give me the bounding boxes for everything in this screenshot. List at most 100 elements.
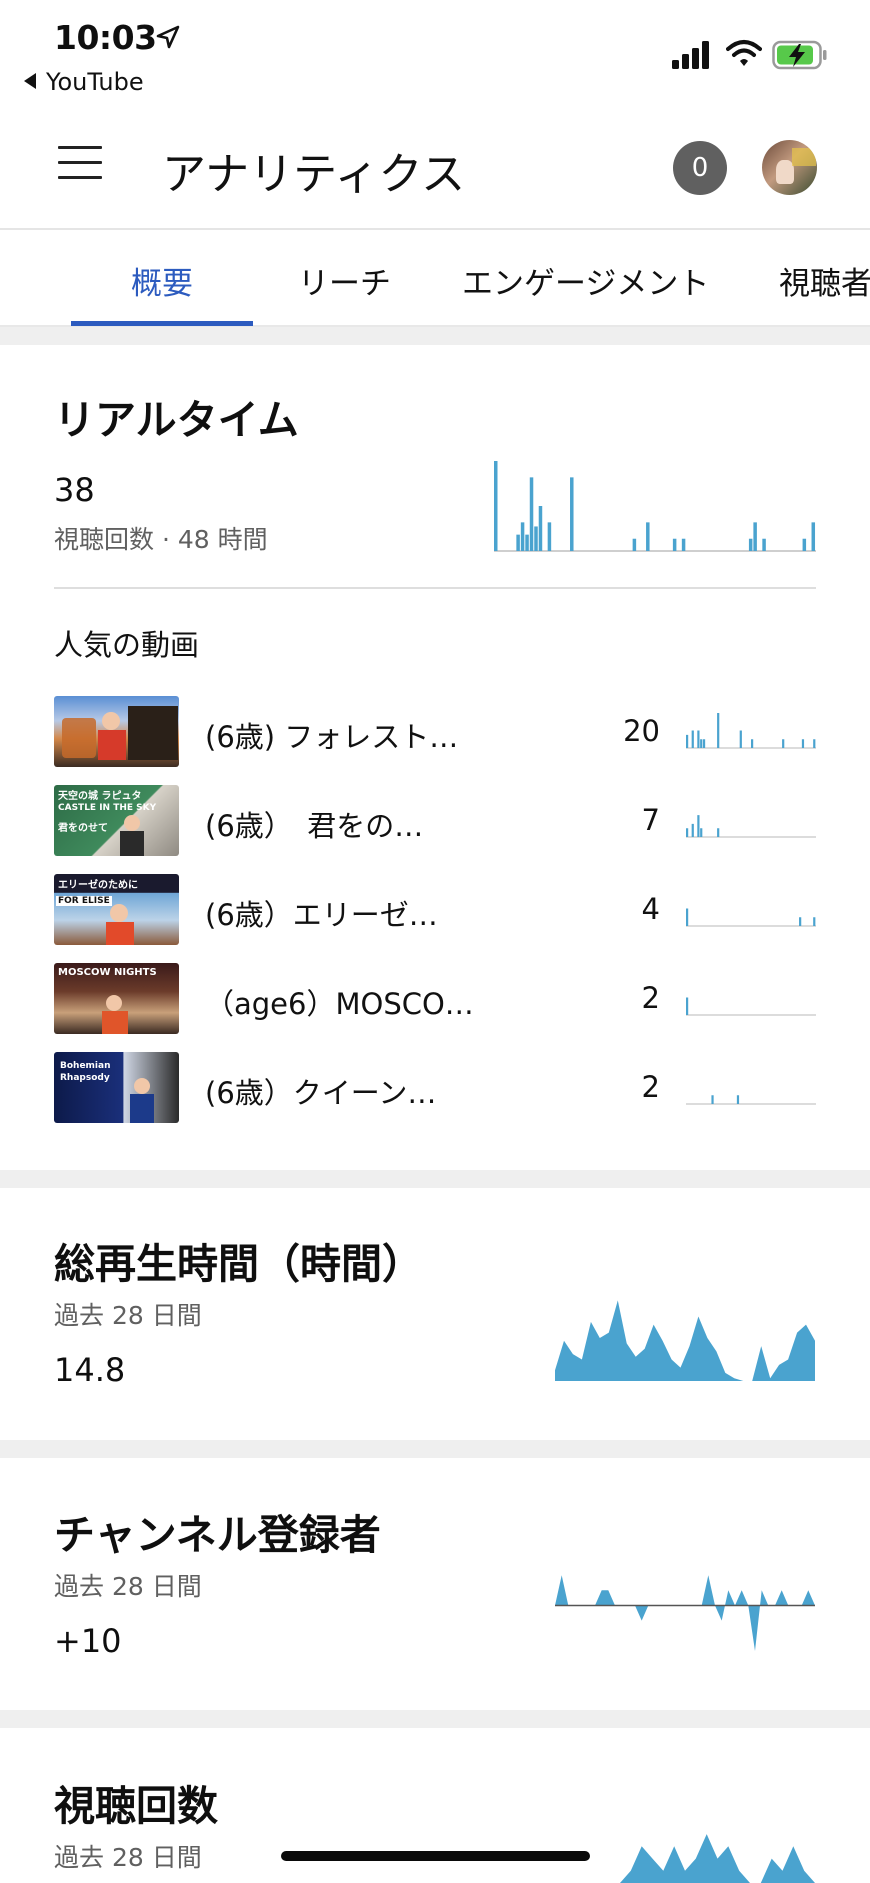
watch-time-period: 過去 28 日間 bbox=[54, 1301, 202, 1330]
views-chart[interactable] bbox=[555, 1828, 815, 1883]
wifi-icon bbox=[726, 40, 762, 66]
sparkline-bar bbox=[702, 739, 706, 748]
tab-audience[interactable]: 視聴者 bbox=[779, 258, 870, 303]
video-thumbnail[interactable]: Bohemian Rhapsody bbox=[54, 1052, 179, 1123]
views-area bbox=[555, 1834, 815, 1883]
subscribers-value: +10 bbox=[54, 1622, 122, 1660]
sparkline-bar bbox=[691, 730, 694, 748]
active-tab-indicator bbox=[71, 321, 253, 326]
home-indicator[interactable] bbox=[281, 1851, 590, 1861]
thumb-tree bbox=[62, 718, 96, 758]
thumb-shirt bbox=[106, 922, 134, 945]
subscribers-title: チャンネル登録者 bbox=[54, 1511, 381, 1559]
watch-time-chart[interactable] bbox=[555, 1295, 815, 1381]
cellular-signal-icon bbox=[672, 41, 709, 69]
video-title[interactable]: (6歳) フォレスト… bbox=[205, 714, 458, 756]
video-thumbnail[interactable] bbox=[54, 696, 179, 767]
thumb-caption: CASTLE IN THE SKY bbox=[58, 803, 157, 813]
watch-time-title: 総再生時間（時間） bbox=[54, 1240, 423, 1288]
sparkline-bar bbox=[739, 730, 742, 748]
video-title[interactable]: （age6）MOSCO… bbox=[205, 981, 474, 1023]
sparkline-bar bbox=[700, 739, 703, 748]
video-thumbnail[interactable]: 天空の城 ラピュタ CASTLE IN THE SKY 君をのせて bbox=[54, 785, 179, 856]
video-sparkline bbox=[686, 997, 816, 1016]
subscribers-area bbox=[555, 1575, 815, 1651]
video-sparkline bbox=[686, 713, 816, 749]
avatar[interactable] bbox=[762, 140, 817, 195]
menu-button[interactable] bbox=[58, 146, 102, 182]
thumb-shirt bbox=[130, 1094, 154, 1123]
status-time: 10:03 bbox=[54, 18, 157, 57]
thumb-face bbox=[134, 1078, 150, 1094]
realtime-bar bbox=[516, 534, 520, 551]
realtime-bar bbox=[529, 477, 534, 551]
sparkline-bar bbox=[717, 828, 720, 837]
video-sparkline bbox=[686, 815, 816, 838]
subscribers-period: 過去 28 日間 bbox=[54, 1572, 202, 1601]
video-title[interactable]: (6歳）クイーン… bbox=[205, 1070, 436, 1112]
sparkline-bar bbox=[691, 823, 694, 837]
realtime-bar bbox=[681, 538, 686, 551]
sparkline-bar bbox=[686, 908, 689, 926]
watch-time-area bbox=[555, 1300, 815, 1381]
realtime-bar bbox=[811, 522, 816, 551]
thumb-shirt bbox=[120, 831, 144, 856]
video-title[interactable]: (6歳） 君をの… bbox=[205, 803, 423, 845]
video-view-count: 4 bbox=[641, 892, 660, 926]
sparkline-bar bbox=[801, 739, 805, 748]
tab-reach[interactable]: リーチ bbox=[298, 258, 391, 303]
thumb-face bbox=[110, 904, 128, 922]
thumb-caption: 天空の城 ラピュタ bbox=[58, 791, 142, 802]
realtime-bar bbox=[748, 538, 753, 551]
video-view-count: 7 bbox=[641, 803, 660, 837]
video-thumbnail[interactable]: MOSCOW NIGHTS bbox=[54, 963, 179, 1034]
section-separator bbox=[0, 1170, 870, 1188]
subscribers-chart[interactable] bbox=[555, 1560, 815, 1654]
sparkline-bar bbox=[782, 739, 785, 748]
page-title: アナリティクス bbox=[162, 149, 466, 200]
section-separator bbox=[0, 1710, 870, 1728]
realtime-bar bbox=[534, 526, 538, 551]
thumb-caption: 君をのせて bbox=[58, 823, 108, 834]
popular-videos-label: 人気の動画 bbox=[54, 628, 200, 662]
tab-engagement[interactable]: エンゲージメント bbox=[462, 258, 709, 303]
video-thumbnail[interactable]: エリーゼのために FOR ELISE bbox=[54, 874, 179, 945]
thumb-caption: MOSCOW NIGHTS bbox=[58, 967, 157, 978]
sparkline-bar bbox=[813, 917, 816, 926]
video-title[interactable]: (6歳）エリーゼ… bbox=[205, 892, 438, 934]
realtime-bar bbox=[494, 461, 498, 551]
back-triangle-icon bbox=[24, 73, 36, 89]
sparkline-bar bbox=[686, 997, 689, 1015]
sparkline-bar bbox=[717, 713, 720, 748]
video-view-count: 2 bbox=[641, 981, 660, 1015]
header-divider bbox=[0, 228, 870, 230]
watch-time-value: 14.8 bbox=[54, 1351, 126, 1389]
back-to-app-button[interactable]: YouTube bbox=[24, 68, 144, 96]
realtime-bar bbox=[672, 538, 677, 551]
video-view-count: 20 bbox=[623, 714, 660, 748]
video-sparkline bbox=[686, 908, 816, 927]
realtime-chart[interactable] bbox=[494, 458, 816, 553]
realtime-bar bbox=[753, 522, 757, 551]
video-sparkline bbox=[686, 1095, 816, 1105]
realtime-bar bbox=[646, 522, 650, 551]
realtime-bar bbox=[632, 538, 637, 551]
views-title: 視聴回数 bbox=[54, 1782, 218, 1830]
notification-badge[interactable]: 0 bbox=[673, 141, 727, 195]
sparkline-bar bbox=[736, 1095, 740, 1104]
menu-bar bbox=[58, 161, 102, 164]
realtime-title: リアルタイム bbox=[54, 396, 299, 444]
thumb-caption: エリーゼのために bbox=[58, 880, 138, 891]
realtime-bar bbox=[520, 522, 525, 551]
menu-bar bbox=[58, 146, 102, 149]
realtime-bar bbox=[538, 506, 543, 551]
thumb-face bbox=[106, 995, 122, 1011]
thumb-shirt bbox=[98, 730, 126, 760]
sparkline-bar bbox=[700, 828, 703, 837]
tab-overview[interactable]: 概要 bbox=[131, 258, 193, 303]
section-separator bbox=[0, 1440, 870, 1458]
realtime-bar bbox=[525, 534, 529, 551]
realtime-bar bbox=[547, 522, 552, 551]
realtime-bar bbox=[570, 477, 574, 551]
thumb-piano bbox=[128, 706, 178, 760]
